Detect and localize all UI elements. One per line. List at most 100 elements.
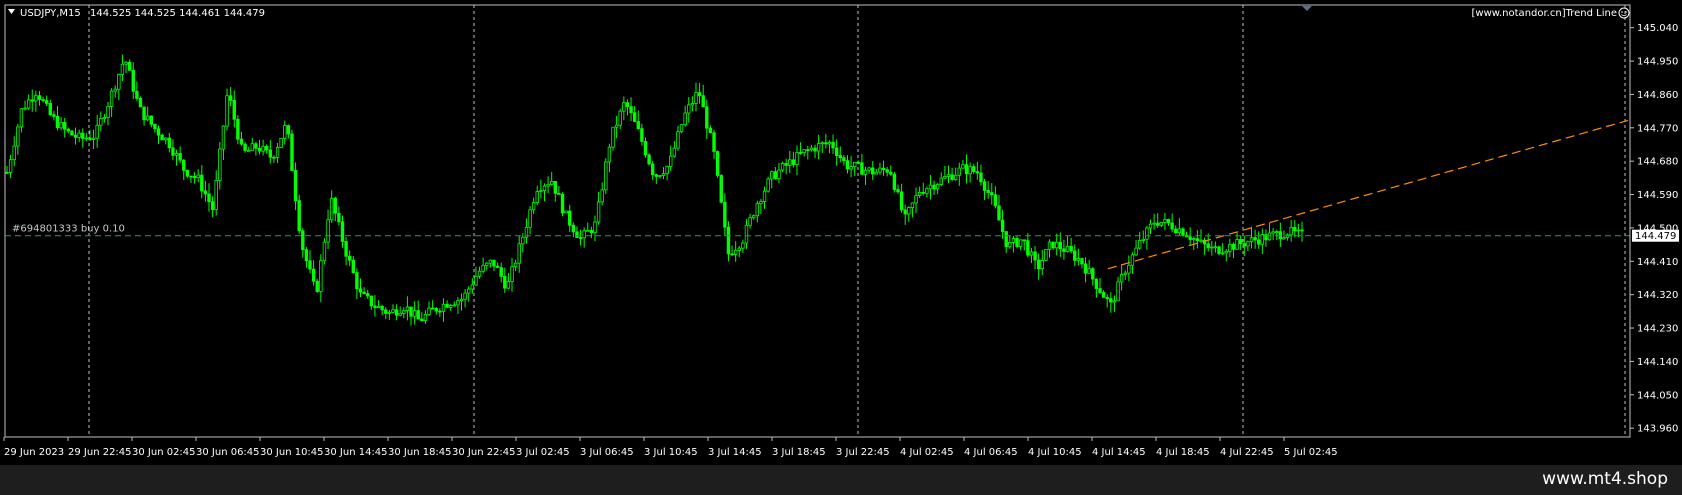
candle — [553, 180, 558, 202]
candle — [1278, 222, 1283, 247]
candle — [802, 149, 806, 157]
candle — [517, 236, 521, 273]
candle — [34, 90, 38, 112]
candle — [1181, 227, 1185, 237]
candle — [784, 158, 788, 175]
x-tick-label: 30 Jun 06:45 — [196, 447, 260, 458]
candle — [1199, 229, 1203, 244]
candle — [1036, 253, 1041, 280]
candle — [719, 173, 723, 204]
candle — [387, 309, 392, 320]
candle — [1018, 239, 1023, 251]
candle — [816, 134, 821, 160]
candle — [164, 137, 168, 145]
candle — [221, 125, 226, 160]
candle — [37, 91, 42, 106]
candle — [322, 238, 327, 265]
candle — [189, 175, 193, 184]
candle — [340, 215, 345, 248]
candle — [986, 181, 990, 199]
candle — [889, 165, 893, 176]
candle — [1174, 225, 1178, 235]
candle — [1300, 221, 1304, 242]
candle — [694, 82, 698, 112]
candle — [463, 289, 467, 308]
candle — [705, 99, 709, 139]
x-tick-label: 3 Jul 06:45 — [580, 447, 634, 458]
candle — [661, 167, 666, 180]
candle — [1228, 238, 1232, 258]
candle — [142, 106, 146, 126]
candle — [1119, 264, 1124, 291]
candle — [420, 312, 424, 322]
candle — [445, 300, 449, 309]
candle — [337, 206, 341, 226]
candle — [8, 154, 13, 179]
candle — [470, 278, 475, 294]
x-tick-label: 30 Jun 14:45 — [324, 447, 388, 458]
candle — [63, 117, 67, 138]
y-tick-label: 144.590 — [1637, 190, 1678, 201]
candle — [138, 96, 143, 108]
candle — [236, 115, 240, 145]
candle — [899, 183, 904, 213]
candle — [1116, 276, 1120, 302]
candle — [214, 170, 218, 216]
candle — [972, 164, 976, 175]
candle — [1047, 239, 1052, 258]
candle — [145, 106, 150, 122]
candle — [795, 145, 799, 176]
price-chart[interactable]: #694801333 buy 0.10 USDJPY,M15 144.525 1… — [0, 0, 1682, 465]
candle — [254, 141, 258, 156]
candle — [499, 262, 503, 283]
price-axis[interactable]: 145.040 144.950 144.860 144.770 144.680 144.5… — [1629, 5, 1678, 437]
order-label: #694801333 buy 0.10 — [12, 224, 125, 235]
candle — [614, 115, 619, 139]
candle — [557, 186, 561, 195]
candle — [1253, 229, 1257, 249]
candle — [77, 129, 81, 143]
trend-line[interactable] — [1107, 119, 1629, 270]
candle — [1123, 270, 1127, 280]
x-tick-label: 3 Jul 02:45 — [516, 447, 570, 458]
candle — [1238, 235, 1243, 251]
candle — [845, 155, 850, 174]
candle — [1033, 246, 1037, 270]
candle — [935, 182, 940, 195]
candle — [102, 113, 107, 123]
candle — [59, 117, 63, 131]
candle — [1091, 267, 1095, 286]
candle — [744, 219, 749, 249]
candle — [726, 221, 731, 262]
chart-header: USDJPY,M15 144.525 144.525 144.461 144.4… — [8, 8, 265, 19]
chart-menu-icon[interactable] — [8, 9, 15, 14]
time-axis[interactable]: 29 Jun 2023 29 Jun 22:45 30 Jun 02:45 30 Ju… — [3, 437, 1338, 458]
candle — [1210, 240, 1214, 256]
candle — [622, 96, 626, 121]
candle — [156, 125, 161, 144]
x-tick-label: 30 Jun 10:45 — [260, 447, 324, 458]
candle — [640, 123, 644, 146]
candle — [957, 162, 962, 186]
scroll-shift-marker-icon[interactable] — [1302, 6, 1312, 11]
candle — [405, 296, 410, 321]
candle — [755, 200, 760, 223]
candle — [910, 202, 915, 218]
candle — [452, 301, 456, 307]
candle — [881, 160, 886, 176]
candle — [261, 139, 265, 156]
candle — [751, 214, 756, 220]
candle — [853, 161, 857, 176]
candle — [701, 84, 705, 108]
chart-window[interactable]: #694801333 buy 0.10 USDJPY,M15 144.525 1… — [0, 0, 1682, 465]
candle — [600, 182, 604, 206]
candle — [578, 229, 583, 246]
candle — [1282, 230, 1286, 241]
candle — [712, 129, 716, 159]
candle — [524, 218, 529, 244]
candle — [777, 162, 781, 184]
candle — [733, 241, 738, 262]
x-tick-label: 4 Jul 02:45 — [900, 447, 954, 458]
candle — [329, 190, 334, 223]
candle — [697, 82, 702, 104]
